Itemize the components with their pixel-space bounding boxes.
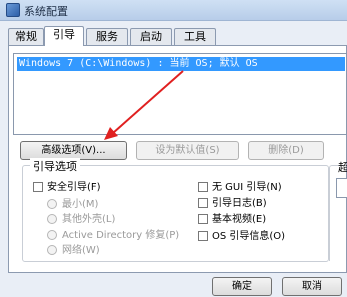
tab-boot[interactable]: 引导 — [44, 26, 84, 46]
